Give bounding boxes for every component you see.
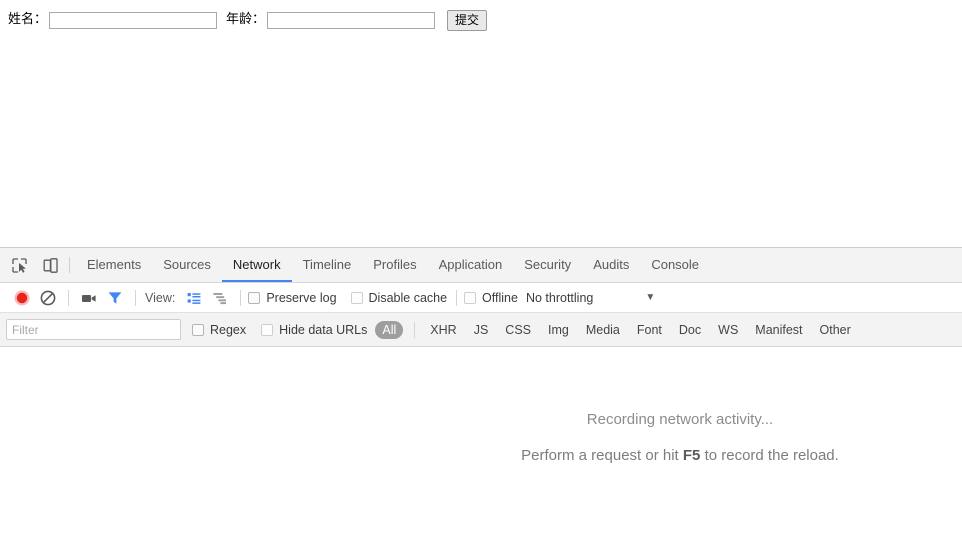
hide-data-urls-checkbox[interactable]: Hide data URLs bbox=[261, 323, 367, 337]
filter-chip-manifest[interactable]: Manifest bbox=[748, 321, 809, 339]
offline-checkbox[interactable]: Offline bbox=[464, 291, 518, 305]
preserve-log-box bbox=[248, 291, 261, 304]
user-form: 姓名： 年龄： 提交 bbox=[8, 8, 488, 32]
filter-toggle-icon[interactable] bbox=[102, 286, 128, 310]
tab-security[interactable]: Security bbox=[513, 248, 582, 282]
filter-chip-js[interactable]: JS bbox=[467, 321, 496, 339]
inspect-element-icon[interactable] bbox=[8, 254, 30, 276]
tab-sources[interactable]: Sources bbox=[152, 248, 222, 282]
view-label: View: bbox=[145, 290, 176, 305]
tab-application[interactable]: Application bbox=[428, 248, 514, 282]
controls-divider-2 bbox=[135, 289, 136, 306]
regex-checkbox[interactable]: Regex bbox=[192, 323, 246, 337]
preserve-log-label: Preserve log bbox=[266, 290, 337, 305]
regex-label: Regex bbox=[210, 322, 247, 337]
disable-cache-checkbox[interactable]: Disable cache bbox=[350, 290, 448, 305]
name-input[interactable] bbox=[49, 11, 218, 29]
tab-console[interactable]: Console bbox=[640, 248, 710, 282]
disable-cache-box bbox=[350, 291, 363, 304]
filter-chip-css[interactable]: CSS bbox=[498, 321, 538, 339]
devtools-tabbar: Elements Sources Network Timeline Profil… bbox=[0, 248, 962, 283]
preserve-log-checkbox[interactable]: Preserve log bbox=[248, 290, 337, 305]
clear-button-icon[interactable] bbox=[35, 286, 61, 310]
devtools-tool-icons bbox=[0, 248, 67, 282]
filter-chip-all[interactable]: All bbox=[375, 320, 404, 339]
name-label: 姓名： bbox=[8, 12, 48, 27]
controls-divider-1 bbox=[68, 289, 69, 306]
tabbar-divider bbox=[69, 257, 70, 273]
empty-state-shortcut-key: F5 bbox=[682, 447, 701, 464]
empty-state-line-2-prefix: Perform a request or hit bbox=[521, 447, 683, 464]
record-button-icon[interactable] bbox=[9, 286, 35, 310]
hide-data-urls-label: Hide data URLs bbox=[279, 322, 368, 337]
throttling-select[interactable]: No throttling bbox=[526, 291, 593, 305]
network-request-list: Recording network activity... Perform a … bbox=[0, 347, 962, 551]
filter-chip-ws[interactable]: WS bbox=[711, 321, 745, 339]
chevron-down-icon[interactable]: ▼ bbox=[645, 292, 655, 303]
network-filter-toolbar: Regex Hide data URLs All XHR JS CSS Img … bbox=[0, 313, 962, 347]
capture-screenshots-icon[interactable] bbox=[76, 286, 102, 310]
filterbar-divider bbox=[414, 321, 416, 338]
disable-cache-label: Disable cache bbox=[368, 290, 448, 305]
empty-state-line-1: Recording network activity... bbox=[586, 411, 774, 428]
list-view-icon[interactable] bbox=[181, 286, 207, 310]
tab-network[interactable]: Network bbox=[221, 248, 292, 282]
offline-box bbox=[464, 291, 477, 304]
tab-audits[interactable]: Audits bbox=[582, 248, 640, 282]
device-toolbar-icon[interactable] bbox=[39, 254, 61, 276]
devtools-tabs: Elements Sources Network Timeline Profil… bbox=[76, 248, 710, 282]
filter-chip-img[interactable]: Img bbox=[541, 321, 576, 339]
hide-data-urls-box bbox=[261, 323, 274, 336]
waterfall-view-icon[interactable] bbox=[207, 286, 233, 310]
controls-divider-4 bbox=[456, 289, 458, 306]
network-controls-toolbar: View: Preserve log Disable cache Offline… bbox=[0, 283, 962, 313]
network-empty-state: Recording network activity... Perform a … bbox=[398, 402, 962, 474]
web-page-content: 姓名： 年龄： 提交 bbox=[0, 0, 962, 247]
filter-chip-media[interactable]: Media bbox=[579, 321, 627, 339]
regex-box bbox=[192, 323, 204, 336]
empty-state-line-2-suffix: to record the reload. bbox=[700, 447, 839, 464]
filter-input[interactable] bbox=[6, 319, 181, 340]
filter-chip-font[interactable]: Font bbox=[630, 321, 669, 339]
filter-chip-doc[interactable]: Doc bbox=[672, 321, 708, 339]
empty-state-line-2: Perform a request or hit F5 to record th… bbox=[398, 438, 962, 474]
devtools-panel: Elements Sources Network Timeline Profil… bbox=[0, 247, 962, 551]
tab-profiles[interactable]: Profiles bbox=[362, 248, 427, 282]
tab-timeline[interactable]: Timeline bbox=[292, 248, 363, 282]
age-input[interactable] bbox=[267, 11, 436, 29]
controls-divider-3 bbox=[240, 289, 242, 306]
submit-button[interactable]: 提交 bbox=[447, 9, 488, 31]
age-label: 年龄： bbox=[226, 12, 266, 27]
tab-elements[interactable]: Elements bbox=[76, 248, 152, 282]
filter-chip-other[interactable]: Other bbox=[813, 321, 858, 339]
offline-label: Offline bbox=[482, 290, 518, 305]
filter-chip-xhr[interactable]: XHR bbox=[423, 321, 463, 339]
